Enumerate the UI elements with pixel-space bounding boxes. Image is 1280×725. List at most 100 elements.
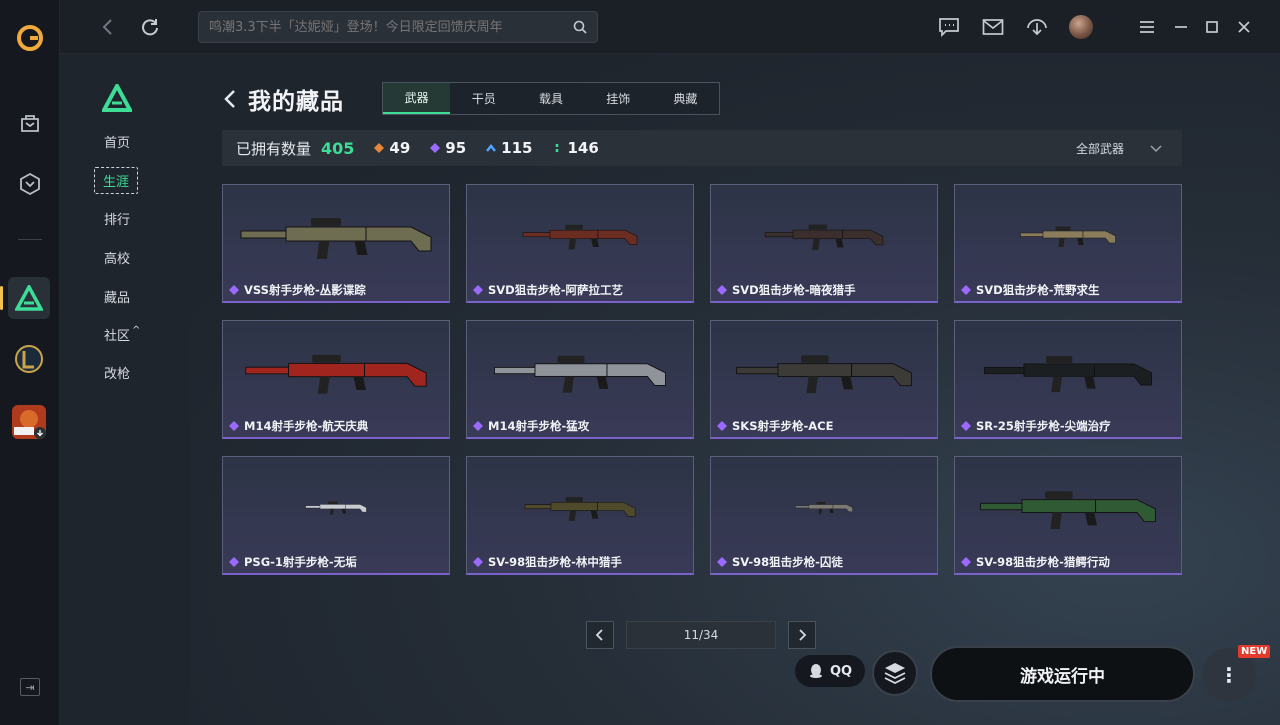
- weapon-name-text: SV-98狙击步枪-猎鳄行动: [976, 555, 1110, 569]
- delta-force-game-icon[interactable]: [8, 277, 50, 319]
- purple-diamond-icon: [229, 285, 239, 295]
- close-icon[interactable]: [1231, 14, 1257, 40]
- search-box[interactable]: [198, 11, 598, 43]
- tab-charms[interactable]: 挂饰: [585, 83, 652, 114]
- weapon-name-text: VSS射手步枪-丛影谍踪: [244, 283, 366, 297]
- chat-bubble-icon[interactable]: [936, 14, 962, 40]
- weapon-image: [524, 497, 636, 521]
- weapon-image: [494, 355, 666, 393]
- rarity-count-value: 115: [501, 139, 533, 157]
- rarity-count-value: 95: [445, 139, 467, 157]
- nav-home[interactable]: 首页: [104, 132, 130, 151]
- weapon-name: VSS射手步枪-丛影谍踪: [229, 282, 366, 298]
- weapon-filter-dropdown[interactable]: 全部武器: [1076, 140, 1162, 157]
- user-avatar[interactable]: [1069, 15, 1093, 39]
- green-tick-icon: [556, 144, 559, 152]
- weapon-image: [522, 224, 638, 250]
- orange-diamond-icon: [374, 143, 385, 153]
- weapon-card[interactable]: SR-25射手步枪-尖端治疗: [954, 320, 1182, 439]
- weapon-image: [980, 491, 1156, 530]
- purple-diamond-icon: [473, 557, 483, 567]
- ownership-stats-bar: 已拥有数量 405 49 95 115 146 全部武器: [222, 130, 1182, 166]
- weapon-image: [764, 224, 884, 250]
- owned-total: 405: [321, 138, 355, 158]
- nav-collection[interactable]: 藏品: [104, 287, 130, 306]
- qq-label: QQ: [829, 663, 853, 679]
- prev-page-button[interactable]: [586, 621, 614, 649]
- tab-operators[interactable]: 干员: [450, 83, 517, 114]
- weapon-name: SVD狙击步枪-阿萨拉工艺: [473, 282, 623, 298]
- weapon-image: [736, 355, 912, 394]
- refresh-icon[interactable]: [137, 14, 163, 40]
- controller-hex-icon[interactable]: [14, 168, 46, 200]
- back-arrow-icon[interactable]: [94, 14, 120, 40]
- purple-diamond-icon: [229, 421, 239, 431]
- weapon-name: SVD狙击步枪-荒野求生: [961, 282, 1100, 298]
- store-bag-icon[interactable]: [14, 107, 46, 139]
- weapon-image: [240, 218, 432, 259]
- menu-icon[interactable]: [1134, 14, 1160, 40]
- rarity-count-orange: 49: [374, 139, 410, 157]
- qq-login-button[interactable]: QQ: [795, 655, 865, 687]
- purple-diamond-icon: [473, 421, 483, 431]
- page-title: 我的藏品: [248, 89, 344, 115]
- weapon-name-text: SVD狙击步枪-暗夜猎手: [732, 283, 856, 297]
- weapon-name-text: M14射手步枪-航天庆典: [244, 419, 369, 433]
- game-nav: 首页 生涯 排行 高校 藏品 社区 ^ 改枪: [60, 54, 190, 725]
- weapon-card[interactable]: SVD狙击步枪-暗夜猎手: [710, 184, 938, 303]
- search-icon[interactable]: [573, 20, 587, 34]
- tab-archive[interactable]: 典藏: [652, 83, 719, 114]
- minimize-icon[interactable]: [1168, 14, 1194, 40]
- weapon-card[interactable]: SVD狙击步枪-荒野求生: [954, 184, 1182, 303]
- purple-diamond-icon: [473, 285, 483, 295]
- weapon-name-text: SVD狙击步枪-阿萨拉工艺: [488, 283, 624, 297]
- weapon-image: [983, 356, 1153, 393]
- nav-gunsmith[interactable]: 改枪: [104, 363, 130, 382]
- purple-diamond-icon: [430, 143, 441, 153]
- weapon-image: [305, 501, 367, 515]
- weapon-card[interactable]: SV-98狙击步枪-猎鳄行动: [954, 456, 1182, 575]
- qq-penguin-icon: [809, 664, 822, 678]
- weapon-card[interactable]: SVD狙击步枪-阿萨拉工艺: [466, 184, 694, 303]
- launch-game-button[interactable]: 游戏运行中: [930, 646, 1195, 702]
- launcher-logo-icon[interactable]: [16, 24, 44, 52]
- nav-campus[interactable]: 高校: [104, 248, 130, 267]
- nav-career[interactable]: 生涯: [94, 167, 139, 194]
- weapon-name-text: M14射手步枪-猛攻: [488, 419, 590, 433]
- download-manager-icon[interactable]: [1024, 14, 1050, 40]
- weapon-card[interactable]: M14射手步枪-猛攻: [466, 320, 694, 439]
- nav-ranking[interactable]: 排行: [104, 209, 130, 228]
- league-of-legends-icon[interactable]: [12, 342, 46, 376]
- weapon-image: [245, 354, 427, 394]
- nav-community-label: 社区: [104, 329, 131, 344]
- nba2k-online-icon[interactable]: [12, 405, 46, 439]
- weapon-card[interactable]: VSS射手步枪-丛影谍踪: [222, 184, 450, 303]
- accelerator-button[interactable]: [872, 650, 918, 696]
- pagination: 11/34: [586, 621, 816, 649]
- weapon-name-text: SVD狙击步枪-荒野求生: [976, 283, 1100, 297]
- rarity-count-green: 146: [552, 139, 599, 157]
- maximize-icon[interactable]: [1199, 14, 1225, 40]
- page-header: 我的藏品: [222, 82, 344, 116]
- owned-label: 已拥有数量: [236, 139, 312, 158]
- tab-weapons[interactable]: 武器: [383, 83, 451, 114]
- collapse-sidebar-icon[interactable]: ⇥: [20, 678, 40, 696]
- chevron-up-icon: ^: [132, 325, 141, 336]
- mail-icon[interactable]: [980, 14, 1006, 40]
- delta-force-logo-icon: [100, 81, 134, 112]
- weapon-name-text: SV-98狙击步枪-囚徒: [732, 555, 843, 569]
- nav-community[interactable]: 社区 ^: [104, 325, 140, 344]
- tab-vehicles[interactable]: 载具: [517, 83, 584, 114]
- weapon-name-text: PSG-1射手步枪-无垢: [244, 555, 357, 569]
- app-rail: ⇥: [0, 0, 60, 725]
- weapon-card[interactable]: M14射手步枪-航天庆典: [222, 320, 450, 439]
- next-page-button[interactable]: [788, 621, 816, 649]
- search-input[interactable]: [209, 12, 559, 42]
- weapon-name-text: SR-25射手步枪-尖端治疗: [976, 419, 1111, 433]
- collection-panel: 我的藏品 武器 干员 载具 挂饰 典藏 已拥有数量 405 49 95 115 …: [190, 54, 1280, 725]
- weapon-card[interactable]: PSG-1射手步枪-无垢: [222, 456, 450, 575]
- weapon-card[interactable]: SV-98狙击步枪-囚徒: [710, 456, 938, 575]
- back-chevron-icon[interactable]: [222, 88, 238, 110]
- weapon-card[interactable]: SV-98狙击步枪-林中猎手: [466, 456, 694, 575]
- weapon-card[interactable]: SKS射手步枪-ACE: [710, 320, 938, 439]
